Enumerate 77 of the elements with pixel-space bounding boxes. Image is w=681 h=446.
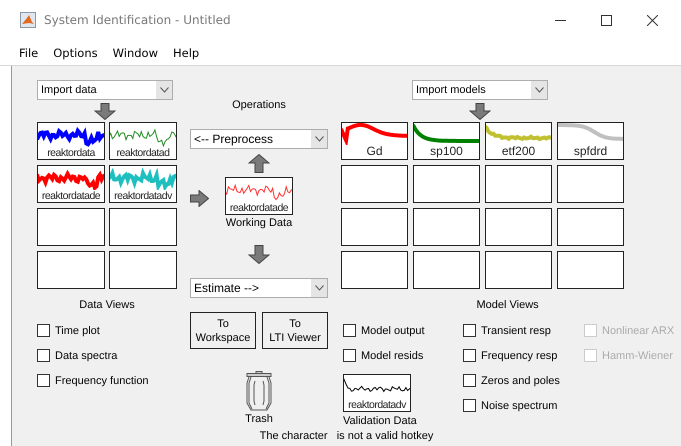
checkbox[interactable] [343, 324, 356, 337]
empty-tile[interactable] [413, 251, 480, 289]
data-tile[interactable]: reaktordatade [37, 165, 105, 203]
data-tile[interactable]: reaktordata [37, 122, 105, 160]
trash-icon[interactable] [245, 371, 273, 411]
section-title: Operations [232, 99, 286, 113]
menu-item[interactable]: File [13, 46, 44, 60]
empty-tile[interactable] [413, 208, 480, 246]
checkbox-label: Frequency resp [481, 350, 558, 362]
model-tile[interactable]: etf200 [485, 122, 552, 160]
down-arrow-icon [469, 102, 491, 120]
checkbox-label: Model output [361, 324, 425, 336]
checkbox-label: Noise spectrum [481, 400, 558, 412]
down-arrow-icon [94, 102, 116, 120]
checkbox[interactable] [463, 349, 476, 362]
empty-tile[interactable] [485, 165, 552, 203]
menu-item[interactable]: Help [166, 46, 206, 60]
checkbox-label: Frequency function [55, 374, 149, 386]
import-data-dropdown[interactable]: Import data [37, 80, 173, 100]
push-button[interactable]: To LTI Viewer [262, 312, 328, 349]
checkbox-label: Model resids [361, 350, 424, 362]
checkbox[interactable] [463, 374, 476, 387]
working-data-tile[interactable]: reaktordatade [225, 177, 293, 215]
empty-tile[interactable] [557, 165, 624, 203]
up-arrow-icon [248, 154, 270, 172]
checkbox-label: Nonlinear ARX [602, 324, 674, 336]
checkbox[interactable] [37, 374, 50, 387]
trash-label: Trash [245, 413, 273, 425]
validation-data-tile[interactable]: reaktordatadv [343, 374, 411, 412]
import-models-dropdown[interactable]: Import models [412, 80, 548, 100]
preprocess-dropdown[interactable]: <-- Preprocess [190, 129, 328, 149]
app-logo-icon [20, 12, 36, 28]
close-icon[interactable] [647, 14, 658, 26]
empty-tile[interactable] [109, 251, 177, 289]
menu-item[interactable]: Options [47, 46, 104, 60]
tile-caption: Validation Data [343, 415, 417, 427]
checkbox[interactable] [463, 324, 476, 337]
push-button[interactable]: To Workspace [190, 312, 256, 349]
data-tile[interactable]: reaktordatadv [109, 165, 177, 203]
status-message: The character is not a valid hotkey [260, 430, 434, 442]
data-tile[interactable]: reaktordatad [109, 122, 177, 160]
estimate-dropdown[interactable]: Estimate --> [190, 278, 328, 298]
tile-caption: Working Data [226, 217, 292, 229]
chevron-down-icon [160, 87, 168, 93]
chevron-down-icon [534, 87, 544, 93]
chevron-down-icon [314, 136, 324, 142]
checkbox-label: Zeros and poles [481, 374, 560, 386]
empty-tile[interactable] [37, 251, 105, 289]
checkbox-label: Hamm-Wiener [602, 350, 673, 362]
model-tile[interactable]: spfdrd [557, 122, 624, 160]
checkbox-label: Transient resp [481, 324, 551, 336]
section-title: Model Views [475, 299, 540, 313]
empty-tile[interactable] [413, 165, 480, 203]
empty-tile[interactable] [485, 208, 552, 246]
right-arrow-icon [190, 190, 209, 207]
chevron-down-icon [314, 285, 324, 291]
section-title: Data Views [79, 299, 135, 313]
checkbox[interactable] [343, 349, 356, 362]
empty-tile[interactable] [341, 165, 408, 203]
maximize-icon[interactable] [601, 14, 612, 26]
checkbox[interactable] [37, 324, 50, 337]
empty-tile[interactable] [485, 251, 552, 289]
empty-tile[interactable] [341, 208, 408, 246]
menu-item[interactable]: Window [106, 46, 164, 60]
empty-tile[interactable] [341, 251, 408, 289]
down-arrow-icon [248, 245, 270, 264]
checkbox[interactable] [37, 349, 50, 362]
window-title: System Identification - Untitled [44, 13, 231, 27]
empty-tile[interactable] [557, 208, 624, 246]
model-tile[interactable]: Gd [341, 122, 408, 160]
empty-tile[interactable] [109, 208, 177, 246]
checkbox[interactable] [463, 399, 476, 412]
checkbox-label: Data spectra [55, 350, 118, 362]
empty-tile[interactable] [557, 251, 624, 289]
model-tile[interactable]: sp100 [413, 122, 480, 160]
empty-tile[interactable] [37, 208, 105, 246]
checkbox-label: Time plot [55, 324, 100, 336]
